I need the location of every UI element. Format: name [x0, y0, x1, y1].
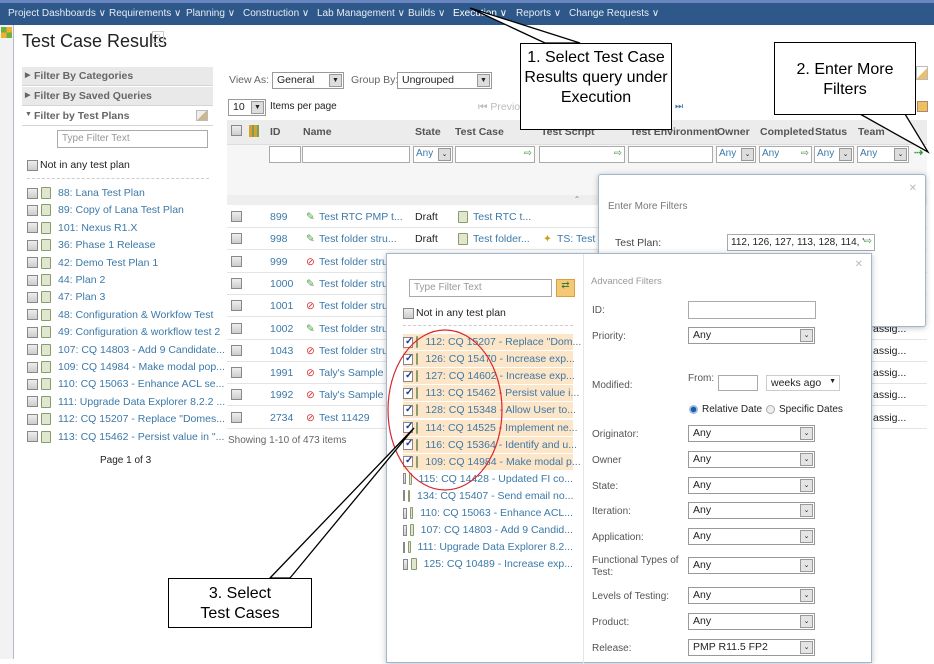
highlight-ellipse — [387, 329, 503, 491]
callout-3: 3. Select Test Cases — [168, 578, 312, 628]
callout-1-pointer — [469, 7, 581, 44]
callout-1: 1. Select Test Case Results query under … — [520, 43, 672, 130]
callout-3-pointer — [268, 427, 415, 579]
callout-2-pointer — [857, 113, 930, 154]
callout-2: 2. Enter More Filters — [774, 42, 916, 115]
